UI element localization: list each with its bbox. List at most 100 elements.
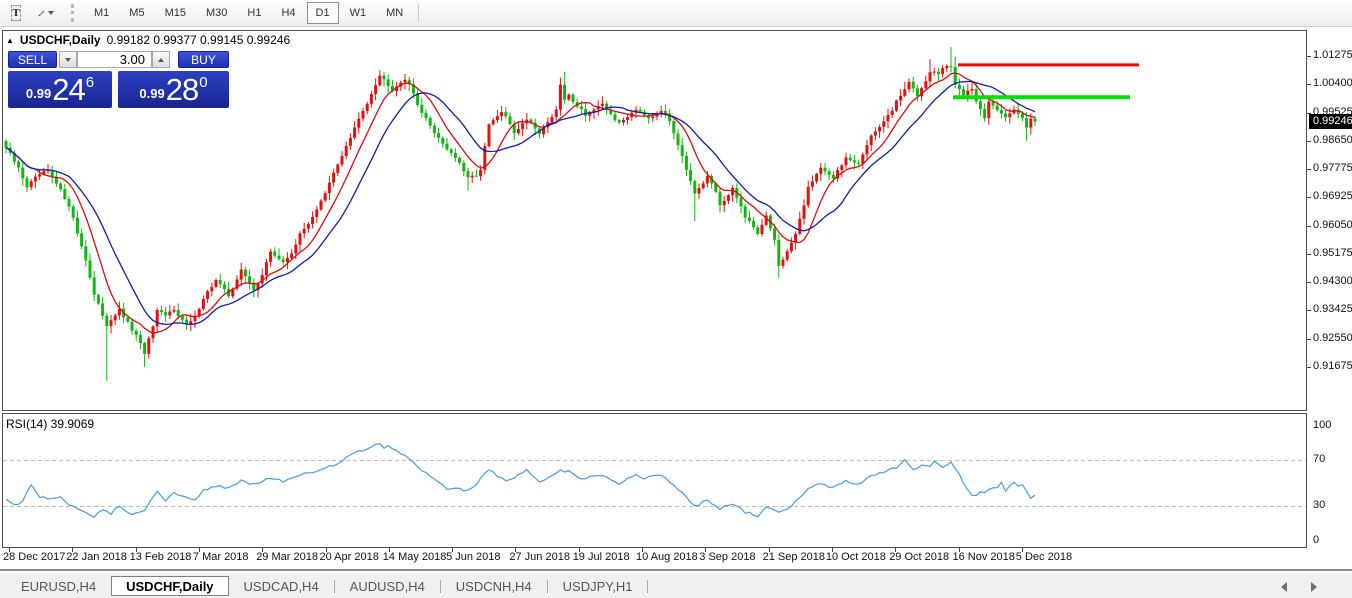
- current-price-tag: 0.99246: [1309, 114, 1352, 129]
- date-axis-label: 14 May 2018: [383, 551, 447, 563]
- price-axis-label: 0.92550: [1313, 332, 1352, 344]
- price-axis-tick: [1307, 56, 1311, 57]
- buy-price-prefix: 0.99: [139, 86, 164, 101]
- price-axis-tick: [1307, 226, 1311, 227]
- timeframe-button-m30[interactable]: M30: [197, 2, 236, 24]
- date-axis-label: 19 Jul 2018: [573, 551, 630, 563]
- sell-button[interactable]: SELL: [8, 51, 57, 68]
- toolbar-drag-handle[interactable]: [71, 4, 78, 22]
- chart-tab-usdchf[interactable]: USDCHF,Daily: [111, 576, 228, 596]
- date-axis-label: 16 Nov 2018: [953, 551, 1015, 563]
- price-axis-tick: [1307, 169, 1311, 170]
- timeframe-button-w1[interactable]: W1: [341, 2, 376, 24]
- date-axis-label: 10 Oct 2018: [826, 551, 886, 563]
- timeframe-button-d1[interactable]: D1: [307, 2, 339, 24]
- price-axis-label: 0.98650: [1313, 134, 1352, 146]
- price-axis-label: 0.95175: [1313, 247, 1352, 259]
- price-axis-tick: [1307, 339, 1311, 340]
- plus-arrow-icon: [158, 58, 164, 62]
- sell-price-panel[interactable]: 0.99 24 6: [8, 71, 112, 108]
- date-axis-label: 29 Oct 2018: [889, 551, 949, 563]
- text-tool-icon: T: [11, 5, 20, 21]
- chart-window: ▲ USDCHF,Daily 0.99182 0.99377 0.99145 0…: [0, 27, 1352, 571]
- text-tool-button[interactable]: T: [3, 2, 29, 24]
- chart-ohlc-values: 0.99182 0.99377 0.99145 0.99246: [107, 33, 291, 47]
- tab-separator: [647, 580, 648, 593]
- rsi-axis-label: 0: [1313, 534, 1319, 546]
- one-click-trading-widget: SELL 3.00 BUY 0.99 24 6 0.99 28 0: [8, 51, 229, 135]
- tab-scroll-right-button[interactable]: [1304, 580, 1324, 594]
- price-axis-tick: [1307, 84, 1311, 85]
- volume-increase-button[interactable]: [152, 51, 170, 68]
- date-axis-label: 20 Apr 2018: [320, 551, 379, 563]
- price-axis-label: 0.93425: [1313, 303, 1352, 315]
- date-axis-label: 7 Mar 2018: [193, 551, 249, 563]
- timeframe-button-h1[interactable]: H1: [238, 2, 270, 24]
- sell-price-prefix: 0.99: [26, 86, 51, 101]
- tabs-holder: EURUSD,H4USDCHF,DailyUSDCAD,H4AUDUSD,H4U…: [6, 574, 648, 598]
- left-arrow-icon: [1281, 582, 1287, 592]
- price-axis-label: 0.96050: [1313, 219, 1352, 231]
- chart-tab-eurusd[interactable]: EURUSD,H4: [6, 576, 111, 596]
- rsi-canvas[interactable]: [3, 414, 1306, 547]
- right-arrow-icon: [1311, 582, 1317, 592]
- price-axis-label: 0.96925: [1313, 190, 1352, 202]
- timeframe-button-h4[interactable]: H4: [272, 2, 304, 24]
- date-axis-label: 21 Sep 2018: [763, 551, 825, 563]
- object-tools-button[interactable]: [29, 2, 63, 24]
- price-axis-tick: [1307, 197, 1311, 198]
- rsi-pane[interactable]: [2, 413, 1307, 548]
- timeframe-button-m5[interactable]: M5: [120, 2, 153, 24]
- tab-scroll-left-button[interactable]: [1274, 580, 1294, 594]
- chart-expand-icon[interactable]: ▲: [6, 36, 14, 45]
- timeframe-button-m15[interactable]: M15: [156, 2, 195, 24]
- price-axis-label: 0.91675: [1313, 360, 1352, 372]
- price-axis-tick: [1307, 254, 1311, 255]
- chart-tab-audusd[interactable]: AUDUSD,H4: [335, 576, 440, 596]
- price-axis-label: 0.97775: [1313, 162, 1352, 174]
- chart-tab-usdjpy[interactable]: USDJPY,H1: [548, 576, 648, 596]
- timeframe-toolbar: T M1M5M15M30H1H4D1W1MN: [0, 0, 1352, 27]
- date-axis-label: 22 Jan 2018: [66, 551, 127, 563]
- price-axis-label: 1.00400: [1313, 77, 1352, 89]
- date-axis-label: 28 Dec 2017: [3, 551, 65, 563]
- rsi-axis-label: 100: [1313, 419, 1331, 431]
- timeframe-button-mn[interactable]: MN: [377, 2, 412, 24]
- date-axis-label: 5 Jun 2018: [446, 551, 500, 563]
- buy-price-panel[interactable]: 0.99 28 0: [118, 71, 229, 108]
- date-axis-label: 29 Mar 2018: [256, 551, 318, 563]
- price-axis-tick: [1307, 141, 1311, 142]
- date-axis-label: 27 Jun 2018: [509, 551, 570, 563]
- sell-price-pips: 24: [52, 75, 84, 105]
- price-axis-tick: [1307, 282, 1311, 283]
- arrows-icon: [38, 6, 45, 21]
- timeframe-button-m1[interactable]: M1: [85, 2, 118, 24]
- mt4-terminal: T M1M5M15M30H1H4D1W1MN ▲ USDCHF,Daily 0.…: [0, 0, 1352, 598]
- volume-input[interactable]: 3.00: [77, 51, 152, 68]
- rsi-axis-label: 30: [1313, 499, 1325, 511]
- chart-tab-usdcnh[interactable]: USDCNH,H4: [441, 576, 547, 596]
- date-axis-label: 5 Dec 2018: [1016, 551, 1072, 563]
- price-axis-label: 1.01275: [1313, 49, 1352, 61]
- price-axis-label: 0.94300: [1313, 275, 1352, 287]
- buy-price-pips: 28: [166, 75, 198, 105]
- buy-button[interactable]: BUY: [178, 51, 229, 68]
- chart-tab-usdcad[interactable]: USDCAD,H4: [229, 576, 334, 596]
- rsi-indicator-label: RSI(14) 39.9069: [6, 417, 94, 431]
- toolbar-separator: [418, 4, 419, 22]
- sell-price-point: 6: [86, 74, 94, 91]
- chart-symbol-label: USDCHF,Daily: [20, 33, 101, 47]
- dropdown-caret-icon: [48, 11, 54, 15]
- price-axis-tick: [1307, 310, 1311, 311]
- date-axis-label: 13 Feb 2018: [130, 551, 192, 563]
- date-axis-label: 10 Aug 2018: [636, 551, 698, 563]
- date-axis-label: 3 Sep 2018: [699, 551, 755, 563]
- price-axis-tick: [1307, 367, 1311, 368]
- minus-arrow-icon: [65, 58, 71, 62]
- chart-title: ▲ USDCHF,Daily 0.99182 0.99377 0.99145 0…: [6, 33, 290, 47]
- chart-tab-bar: EURUSD,H4USDCHF,DailyUSDCAD,H4AUDUSD,H4U…: [0, 573, 1352, 598]
- timeframe-buttons: M1M5M15M30H1H4D1W1MN: [84, 2, 413, 24]
- rsi-axis-label: 70: [1313, 453, 1325, 465]
- volume-decrease-button[interactable]: [59, 51, 77, 68]
- buy-price-point: 0: [199, 74, 207, 91]
